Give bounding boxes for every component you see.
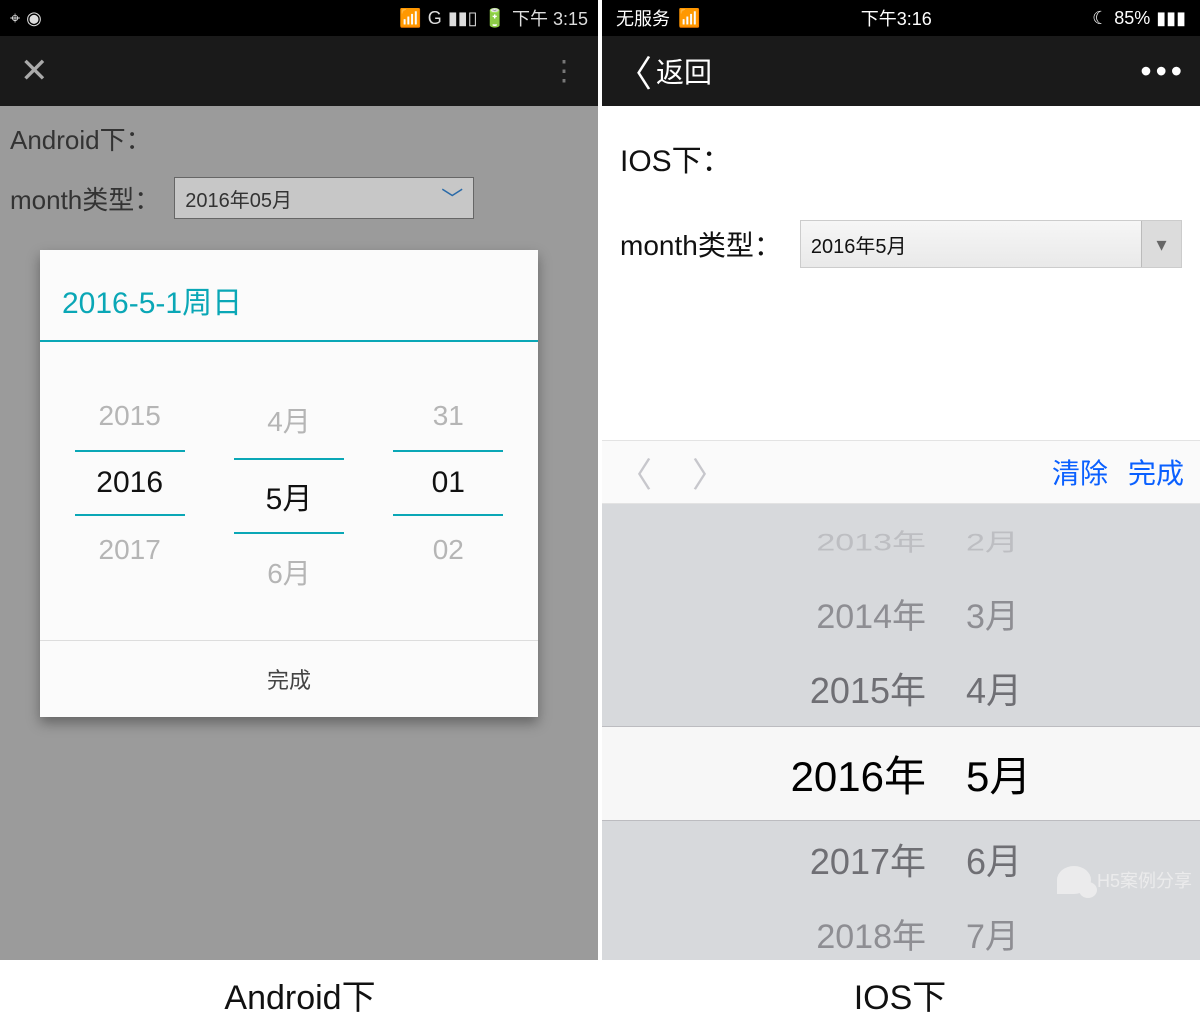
wechat-icon: [1057, 866, 1091, 894]
status-time: 下午3:16: [861, 5, 932, 31]
ios-pane: 无服务 📶 下午3:16 ☾ 85% ▮▮▮ 〈 返回 ••• IOS下： mo…: [602, 0, 1200, 960]
chevron-down-icon: ﹀: [441, 182, 463, 214]
watermark: H5案例分享: [1057, 866, 1192, 894]
month-input-label: month类型：: [10, 180, 160, 217]
next-arrow-icon[interactable]: 〉: [692, 448, 726, 497]
android-statusbar: ⌖ ◉ 📶 G ▮▮▯ 🔋 下午 3:15: [0, 0, 598, 36]
picker-row: 2013年2月: [602, 515, 1200, 566]
year-spinner[interactable]: 2015 2016 2017: [75, 382, 185, 610]
picker-row: 2018年7月: [602, 897, 1200, 960]
focus-icon: ⌖: [10, 8, 20, 29]
month-select[interactable]: 2016年5月 ▾: [800, 220, 1182, 268]
back-button[interactable]: 〈 返回: [616, 45, 712, 97]
ios-navbar: 〈 返回 •••: [602, 36, 1200, 106]
date-picker-dialog: 2016-5-1周日 2015 2016 2017 4月 5月 6月 31 01…: [40, 250, 538, 717]
record-icon: ◉: [26, 8, 42, 29]
chevron-left-icon: 〈: [616, 45, 652, 97]
ios-heading: IOS下：: [620, 136, 1182, 180]
chevron-down-icon: ▾: [1141, 221, 1181, 267]
wifi-icon: 📶: [678, 8, 700, 29]
battery-icon: 🔋: [484, 8, 506, 29]
signal-icon: G: [428, 8, 442, 29]
captions: Android下 IOS下: [0, 960, 1200, 1024]
month-spinner[interactable]: 4月 5月 6月: [234, 382, 344, 610]
picker-row: 2014年3月: [602, 577, 1200, 650]
prev-arrow-icon[interactable]: 〈: [618, 448, 652, 497]
battery-percent: 85%: [1114, 8, 1150, 29]
picker-row: 2016年5月: [602, 726, 1200, 821]
battery-icon: ▮▮▮: [1156, 8, 1186, 29]
month-select-value: 2016年05月: [185, 184, 292, 213]
caption-android: Android下: [0, 960, 600, 1024]
picker-toolbar: 〈 〉 清除 完成: [602, 440, 1200, 504]
android-heading: Android下：: [10, 120, 588, 157]
close-icon[interactable]: ✕: [20, 51, 49, 91]
month-select-value: 2016年5月: [811, 230, 907, 259]
signal-bars-icon: ▮▮▯: [448, 8, 478, 29]
dialog-title: 2016-5-1周日: [40, 250, 538, 342]
android-toolbar: ✕ ⋮: [0, 36, 598, 106]
moon-icon: ☾: [1092, 8, 1108, 29]
dialog-done-button[interactable]: 完成: [40, 640, 538, 717]
month-input-label: month类型：: [620, 224, 782, 264]
android-pane: ⌖ ◉ 📶 G ▮▮▯ 🔋 下午 3:15 ✕ ⋮ Android下： mont…: [0, 0, 602, 960]
done-button[interactable]: 完成: [1128, 452, 1184, 492]
month-select[interactable]: 2016年05月 ﹀: [174, 177, 474, 219]
caption-ios: IOS下: [600, 960, 1200, 1024]
carrier-text: 无服务: [616, 5, 670, 31]
day-spinner[interactable]: 31 01 02: [393, 382, 503, 610]
overflow-menu-icon[interactable]: ⋮: [550, 67, 578, 75]
ios-statusbar: 无服务 📶 下午3:16 ☾ 85% ▮▮▮: [602, 0, 1200, 36]
clear-button[interactable]: 清除: [1052, 452, 1108, 492]
wifi-icon: 📶: [399, 8, 421, 29]
more-menu-icon[interactable]: •••: [1140, 53, 1186, 90]
status-time: 下午 3:15: [512, 5, 588, 31]
picker-row: 2015年4月: [602, 650, 1200, 726]
